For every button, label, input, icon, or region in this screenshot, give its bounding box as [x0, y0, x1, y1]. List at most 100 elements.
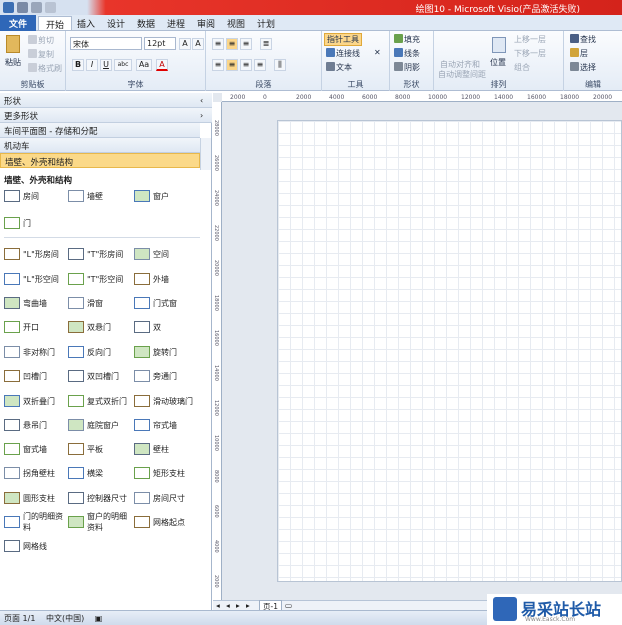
- tab-review[interactable]: 审阅: [190, 16, 222, 30]
- shape-item[interactable]: 旋转门: [134, 341, 200, 363]
- shape-item[interactable]: 门: [4, 212, 70, 234]
- shape-item[interactable]: 窗式墙: [4, 438, 70, 460]
- shape-item[interactable]: 窗户的明细资料: [68, 511, 134, 533]
- tab-file[interactable]: 文件: [0, 15, 36, 31]
- shape-item[interactable]: 双悬门: [68, 316, 134, 338]
- shape-item[interactable]: 滑窗: [68, 292, 134, 314]
- shape-item[interactable]: 圆形支柱: [4, 487, 70, 509]
- font-color-button[interactable]: A: [156, 59, 168, 71]
- text-direction-button[interactable]: ⫼: [274, 59, 286, 71]
- macro-record-icon[interactable]: ▣: [95, 614, 103, 623]
- paste-icon[interactable]: [6, 35, 20, 53]
- shape-item[interactable]: "L"形空间: [4, 268, 70, 290]
- tab-process[interactable]: 进程: [160, 16, 192, 30]
- shape-item[interactable]: 外墙: [134, 268, 200, 290]
- shape-item[interactable]: 反向门: [68, 341, 134, 363]
- shape-item[interactable]: 滑动玻璃门: [134, 390, 200, 412]
- case-button[interactable]: Aa: [136, 59, 152, 71]
- tab-design[interactable]: 设计: [100, 16, 132, 30]
- pointer-tool-button[interactable]: 指针工具: [324, 33, 362, 46]
- drawing-page[interactable]: [277, 120, 622, 582]
- shape-item[interactable]: 门式窗: [134, 292, 200, 314]
- undo-icon[interactable]: [17, 2, 28, 13]
- justify-button[interactable]: ≡: [254, 59, 266, 71]
- align-top-button[interactable]: ≡: [212, 38, 224, 50]
- italic-button[interactable]: I: [86, 59, 98, 71]
- shape-item[interactable]: 矩形支柱: [134, 462, 200, 484]
- grow-font-button[interactable]: A: [179, 38, 191, 50]
- shape-item[interactable]: 空间: [134, 243, 200, 265]
- bold-button[interactable]: B: [72, 59, 84, 71]
- shape-item[interactable]: 双: [134, 316, 200, 338]
- tab-plan[interactable]: 计划: [250, 16, 282, 30]
- collapse-panel-icon[interactable]: ‹: [200, 96, 203, 105]
- tab-insert[interactable]: 插入: [70, 16, 102, 30]
- stencil-vehicles[interactable]: 机动车: [0, 138, 200, 153]
- stencil-plant-layout[interactable]: 车间平面图 - 存储和分配: [0, 123, 200, 138]
- stencil-walls-active[interactable]: 墙壁、外壳和结构: [0, 153, 200, 168]
- shapes-header[interactable]: 形状: [0, 93, 212, 108]
- shape-item[interactable]: 壁柱: [134, 438, 200, 460]
- shape-item[interactable]: 窗户: [134, 185, 200, 207]
- select-button[interactable]: 选择: [570, 62, 596, 73]
- fill-button[interactable]: 填充: [394, 34, 420, 45]
- more-shapes-arrow-icon[interactable]: ›: [200, 111, 203, 120]
- shape-item[interactable]: 双凹槽门: [68, 365, 134, 387]
- connector-button[interactable]: 连接线: [326, 48, 360, 59]
- tab-data[interactable]: 数据: [130, 16, 162, 30]
- shape-item[interactable]: 网格线: [4, 535, 70, 557]
- shape-item[interactable]: 平板: [68, 438, 134, 460]
- shape-item[interactable]: "T"形房间: [68, 243, 134, 265]
- shape-item[interactable]: "T"形空间: [68, 268, 134, 290]
- last-page-icon[interactable]: ▸: [246, 601, 250, 610]
- underline-button[interactable]: U: [100, 59, 112, 71]
- insert-page-icon[interactable]: ▭: [285, 601, 292, 610]
- shape-item[interactable]: 房间: [4, 185, 70, 207]
- tab-view[interactable]: 视图: [220, 16, 252, 30]
- shape-item[interactable]: 控制器尺寸: [68, 487, 134, 509]
- bullets-button[interactable]: ≣: [260, 38, 272, 50]
- copy-button[interactable]: 复制: [28, 49, 54, 60]
- shape-item[interactable]: 弯曲墙: [4, 292, 70, 314]
- shape-item[interactable]: 门的明细资料: [4, 511, 70, 533]
- strike-button[interactable]: abc: [114, 59, 132, 71]
- close-icon[interactable]: ✕: [374, 48, 381, 57]
- shape-item[interactable]: 凹槽门: [4, 365, 70, 387]
- shape-item[interactable]: 复式双折门: [68, 390, 134, 412]
- more-shapes-header[interactable]: 更多形状: [0, 108, 212, 123]
- align-middle-button[interactable]: ≡: [226, 38, 238, 50]
- text-tool-button[interactable]: 文本: [326, 62, 352, 73]
- font-size-combo[interactable]: 12pt: [144, 37, 176, 50]
- save-icon[interactable]: [3, 2, 14, 13]
- shape-item[interactable]: 帘式墙: [134, 414, 200, 436]
- shape-item[interactable]: "L"形房间: [4, 243, 70, 265]
- layer-button[interactable]: 层: [570, 48, 588, 59]
- shrink-font-button[interactable]: A: [192, 38, 204, 50]
- shape-item[interactable]: 横梁: [68, 462, 134, 484]
- send-backward-button[interactable]: 下移一层: [514, 48, 546, 59]
- group-button[interactable]: 组合: [514, 62, 530, 73]
- customize-qat-icon[interactable]: [45, 2, 56, 13]
- shape-item[interactable]: 非对称门: [4, 341, 70, 363]
- next-page-icon[interactable]: ▸: [236, 601, 240, 610]
- shape-item[interactable]: 双折叠门: [4, 390, 70, 412]
- line-button[interactable]: 线条: [394, 48, 420, 59]
- status-page[interactable]: 页面 1/1: [4, 614, 35, 623]
- stencil-scrollbar[interactable]: [200, 138, 211, 170]
- first-page-icon[interactable]: ◂: [216, 601, 220, 610]
- shape-item[interactable]: 庭院窗户: [68, 414, 134, 436]
- bring-forward-button[interactable]: 上移一层: [514, 34, 546, 45]
- tab-home[interactable]: 开始: [38, 16, 73, 31]
- cut-button[interactable]: 剪切: [28, 35, 54, 46]
- prev-page-icon[interactable]: ◂: [226, 601, 230, 610]
- shape-item[interactable]: 房间尺寸: [134, 487, 200, 509]
- shape-item[interactable]: 开口: [4, 316, 70, 338]
- shape-item[interactable]: 悬吊门: [4, 414, 70, 436]
- shape-item[interactable]: 拐角壁柱: [4, 462, 70, 484]
- align-right-button[interactable]: ≡: [240, 59, 252, 71]
- paste-button[interactable]: 粘贴: [5, 57, 21, 68]
- font-name-combo[interactable]: 宋体: [70, 37, 142, 50]
- align-left-button[interactable]: ≡: [212, 59, 224, 71]
- format-painter-button[interactable]: 格式刷: [28, 63, 62, 74]
- align-bottom-button[interactable]: ≡: [240, 38, 252, 50]
